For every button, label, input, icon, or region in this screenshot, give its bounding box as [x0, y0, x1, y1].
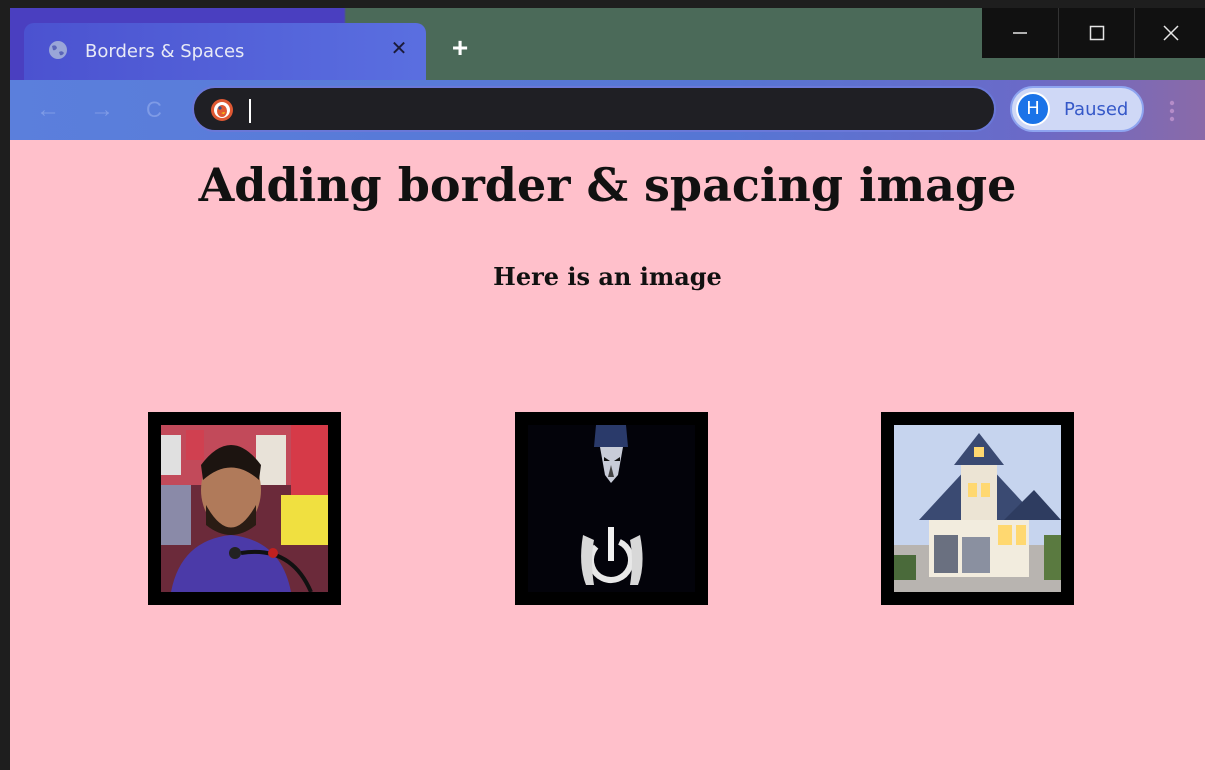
page-subheading: Here is an image: [493, 262, 722, 291]
profile-status: Paused: [1064, 99, 1129, 120]
reload-icon[interactable]: C: [140, 96, 168, 124]
profile-button[interactable]: H Paused: [1010, 86, 1144, 132]
address-bar[interactable]: [192, 86, 996, 132]
close-icon: [1162, 25, 1179, 41]
house-image: [881, 412, 1074, 605]
kebab-menu-icon[interactable]: [1162, 96, 1182, 126]
man-at-press-conference-image: [148, 412, 341, 605]
hooded-figure-power-icon-image: [515, 412, 708, 605]
tab-close-icon[interactable]: ✕: [386, 36, 412, 62]
tab-title: Borders & Spaces: [85, 41, 245, 62]
duckduckgo-icon: [211, 99, 233, 121]
maximize-button[interactable]: [1058, 8, 1135, 58]
tab-borders-spaces[interactable]: Borders & Spaces ✕: [24, 23, 426, 83]
window-close-button[interactable]: [1134, 8, 1205, 58]
maximize-icon: [1089, 25, 1105, 41]
browser-window: Borders & Spaces ✕ + ← → C H Paused Addi…: [10, 8, 1205, 770]
new-tab-button[interactable]: +: [446, 34, 474, 62]
hooded-figure-photo: [528, 425, 695, 592]
portrait-photo: [161, 425, 328, 592]
page-viewport: Adding border & spacing image Here is an…: [10, 140, 1205, 770]
text-cursor: [249, 99, 251, 123]
avatar: H: [1016, 92, 1050, 126]
forward-arrow-icon[interactable]: →: [88, 96, 116, 124]
globe-icon: [49, 41, 67, 59]
house-photo: [894, 425, 1061, 592]
minimize-icon: [1013, 32, 1027, 34]
tab-strip: Borders & Spaces ✕ +: [10, 8, 1205, 83]
minimize-button[interactable]: [982, 8, 1058, 58]
back-arrow-icon[interactable]: ←: [34, 96, 62, 124]
browser-toolbar: ← → C H Paused: [10, 80, 1205, 140]
page-heading: Adding border & spacing image: [198, 158, 1017, 212]
